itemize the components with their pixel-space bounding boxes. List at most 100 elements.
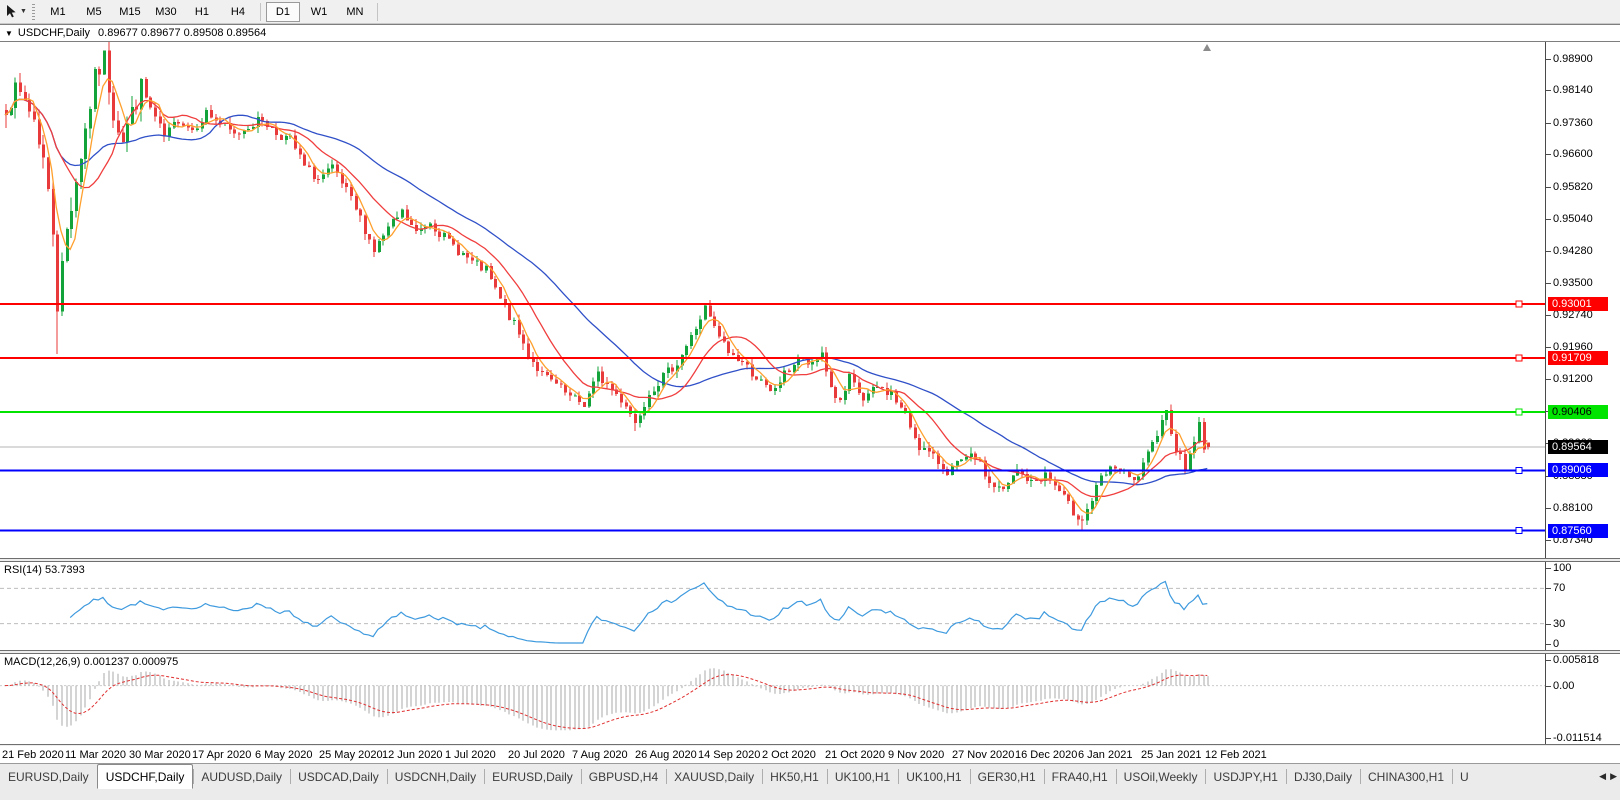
current-price-badge: 0.89564 bbox=[1548, 440, 1608, 454]
symbol-tab-audusd-daily[interactable]: AUDUSD,Daily bbox=[193, 764, 290, 789]
tool-dropdown-caret[interactable]: ▼ bbox=[20, 8, 27, 15]
symbol-tab-xauusd-daily[interactable]: XAUUSD,Daily bbox=[666, 764, 762, 789]
symbol-tab-usdcnh-daily[interactable]: USDCNH,Daily bbox=[387, 764, 484, 789]
price-tick-label: 0.95040 bbox=[1553, 213, 1593, 225]
symbol-tab-dj30-daily[interactable]: DJ30,Daily bbox=[1286, 764, 1360, 789]
date-label: 30 Mar 2020 bbox=[129, 749, 191, 761]
price-level-badge: 0.93001 bbox=[1548, 297, 1608, 311]
candlestick-chart bbox=[0, 42, 1545, 558]
symbol-tab-uk100-h1[interactable]: UK100,H1 bbox=[898, 764, 969, 789]
timeframe-button-m15[interactable]: M15 bbox=[113, 2, 147, 22]
price-level-badge: 0.89006 bbox=[1548, 463, 1608, 477]
date-label: 6 Jan 2021 bbox=[1078, 749, 1132, 761]
symbol-tab-u[interactable]: U bbox=[1452, 764, 1477, 789]
symbol-tab-eurusd-daily[interactable]: EURUSD,Daily bbox=[0, 764, 97, 789]
symbol-tab-bar: EURUSD,DailyUSDCHF,DailyAUDUSD,DailyUSDC… bbox=[0, 763, 1620, 800]
price-level-badge: 0.90406 bbox=[1548, 405, 1608, 419]
date-label: 7 Aug 2020 bbox=[572, 749, 628, 761]
date-label: 25 Jan 2021 bbox=[1141, 749, 1202, 761]
chart-window: ▼ USDCHF,Daily 0.89677 0.89677 0.89508 0… bbox=[0, 24, 1620, 763]
price-level-badge: 0.91709 bbox=[1548, 351, 1608, 365]
toolbar-drag-handle[interactable] bbox=[32, 4, 35, 20]
date-label: 12 Jun 2020 bbox=[382, 749, 443, 761]
timeframe-toolbar: ▼ M1M5M15M30H1H4 D1W1MN bbox=[0, 0, 1620, 24]
price-tick-label: 0.93500 bbox=[1553, 277, 1593, 289]
timeframe-button-m1[interactable]: M1 bbox=[41, 2, 75, 22]
date-label: 6 May 2020 bbox=[255, 749, 312, 761]
rsi-indicator-label: RSI(14) 53.7393 bbox=[4, 564, 85, 576]
tab-scroll-left-icon[interactable]: ◀ bbox=[1599, 769, 1606, 783]
date-label: 11 Mar 2020 bbox=[65, 749, 126, 761]
macd-plot-area[interactable] bbox=[0, 654, 1545, 744]
rsi-plot-area[interactable] bbox=[0, 562, 1545, 650]
tab-scroll-right-icon[interactable]: ▶ bbox=[1610, 769, 1617, 783]
price-tick-label: 0.88100 bbox=[1553, 502, 1593, 514]
timeframe-button-h1[interactable]: H1 bbox=[185, 2, 219, 22]
rsi-chart bbox=[0, 562, 1545, 650]
symbol-tab-eurusd-daily[interactable]: EURUSD,Daily bbox=[484, 764, 581, 789]
macd-indicator-label: MACD(12,26,9) 0.001237 0.000975 bbox=[4, 656, 178, 668]
date-label: 1 Jul 2020 bbox=[445, 749, 496, 761]
chart-ohlc-values: 0.89677 0.89677 0.89508 0.89564 bbox=[98, 27, 266, 39]
date-label: 17 Apr 2020 bbox=[192, 749, 251, 761]
macd-tick-label: 0.005818 bbox=[1553, 654, 1599, 666]
symbol-tab-china300-h1[interactable]: CHINA300,H1 bbox=[1360, 764, 1452, 789]
toolbar-separator bbox=[377, 3, 378, 21]
price-tick-label: 0.98140 bbox=[1553, 84, 1593, 96]
rsi-pane: RSI(14) 53.7393 100 70 30 0 bbox=[0, 562, 1620, 650]
date-label: 21 Feb 2020 bbox=[2, 749, 64, 761]
rsi-tick-label: 30 bbox=[1553, 618, 1565, 630]
date-label: 12 Feb 2021 bbox=[1205, 749, 1267, 761]
price-pane: 0.98900 0.98140 0.97360 0.96600 0.95820 0.950… bbox=[0, 42, 1620, 558]
date-label: 9 Nov 2020 bbox=[888, 749, 944, 761]
symbol-tab-usdjpy-h1[interactable]: USDJPY,H1 bbox=[1205, 764, 1285, 789]
timeframe-button-w1[interactable]: W1 bbox=[302, 2, 336, 22]
toolbar-separator bbox=[260, 3, 261, 21]
rsi-tick-label: 100 bbox=[1553, 562, 1571, 574]
macd-axis[interactable]: 0.005818 0.00 -0.011514 bbox=[1545, 654, 1620, 744]
date-label: 20 Jul 2020 bbox=[508, 749, 565, 761]
date-label: 27 Nov 2020 bbox=[952, 749, 1014, 761]
timeframe-button-m30[interactable]: M30 bbox=[149, 2, 183, 22]
symbol-tab-gbpusd-h4[interactable]: GBPUSD,H4 bbox=[581, 764, 666, 789]
timeframe-button-mn[interactable]: MN bbox=[338, 2, 372, 22]
price-tick-label: 0.97360 bbox=[1553, 117, 1593, 129]
chart-symbol-title: USDCHF,Daily bbox=[18, 27, 90, 39]
price-tick-label: 0.98900 bbox=[1553, 53, 1593, 65]
rsi-tick-label: 70 bbox=[1553, 582, 1565, 594]
date-label: 21 Oct 2020 bbox=[825, 749, 885, 761]
symbol-tab-usdchf-daily[interactable]: USDCHF,Daily bbox=[97, 764, 194, 789]
price-tick-label: 0.95820 bbox=[1553, 181, 1593, 193]
timeframe-button-h4[interactable]: H4 bbox=[221, 2, 255, 22]
symbol-tab-hk50-h1[interactable]: HK50,H1 bbox=[762, 764, 827, 789]
macd-tick-label: 0.00 bbox=[1553, 680, 1574, 692]
timeframe-button-d1[interactable]: D1 bbox=[266, 2, 300, 22]
symbol-tab-fra40-h1[interactable]: FRA40,H1 bbox=[1044, 764, 1116, 789]
date-label: 26 Aug 2020 bbox=[635, 749, 697, 761]
rsi-axis[interactable]: 100 70 30 0 bbox=[1545, 562, 1620, 650]
cursor-tool-icon[interactable] bbox=[3, 4, 19, 20]
date-label: 2 Oct 2020 bbox=[762, 749, 816, 761]
collapse-caret-icon[interactable]: ▼ bbox=[5, 29, 13, 38]
chart-shift-marker bbox=[1203, 44, 1211, 51]
macd-chart bbox=[0, 654, 1545, 744]
price-level-badge: 0.87560 bbox=[1548, 524, 1608, 538]
price-plot-area[interactable] bbox=[0, 42, 1545, 558]
price-tick-label: 0.94280 bbox=[1553, 245, 1593, 257]
rsi-tick-label: 0 bbox=[1553, 638, 1559, 650]
date-label: 14 Sep 2020 bbox=[698, 749, 760, 761]
date-label: 16 Dec 2020 bbox=[1015, 749, 1077, 761]
timeframe-button-m5[interactable]: M5 bbox=[77, 2, 111, 22]
price-tick-label: 0.91200 bbox=[1553, 373, 1593, 385]
macd-pane: MACD(12,26,9) 0.001237 0.000975 0.005818… bbox=[0, 654, 1620, 744]
symbol-tab-uk100-h1[interactable]: UK100,H1 bbox=[827, 764, 898, 789]
price-tick-label: 0.96600 bbox=[1553, 148, 1593, 160]
symbol-tab-usoil-weekly[interactable]: USOil,Weekly bbox=[1116, 764, 1206, 789]
date-label: 25 May 2020 bbox=[319, 749, 383, 761]
chart-title-bar: ▼ USDCHF,Daily 0.89677 0.89677 0.89508 0… bbox=[0, 25, 1620, 42]
price-axis[interactable]: 0.98900 0.98140 0.97360 0.96600 0.95820 0.950… bbox=[1545, 42, 1620, 558]
symbol-tab-ger30-h1[interactable]: GER30,H1 bbox=[970, 764, 1044, 789]
date-axis[interactable]: 21 Feb 202011 Mar 202030 Mar 202017 Apr … bbox=[0, 746, 1620, 764]
macd-tick-label: -0.011514 bbox=[1553, 732, 1602, 744]
symbol-tab-usdcad-daily[interactable]: USDCAD,Daily bbox=[290, 764, 387, 789]
